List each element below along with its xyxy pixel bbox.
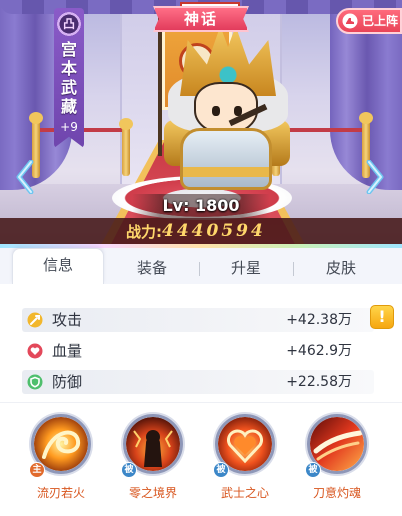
hero-armor (180, 128, 272, 190)
hero-plus-level: +9 (60, 120, 78, 134)
hero-character[interactable] (80, 0, 320, 215)
skill-type-tag: 主 (29, 462, 45, 478)
rarity-label: 神话 (183, 10, 218, 28)
tab-star-up[interactable]: 升星 (200, 252, 292, 284)
tab-equipment[interactable]: 装备 (106, 252, 198, 284)
stat-row-attack: 攻击 +42.38万 (22, 308, 374, 332)
hero-name: 宫 本 武 藏 (60, 40, 77, 116)
rarity-banner: 神话 (153, 6, 249, 32)
heart-icon (27, 343, 43, 359)
shield-icon (27, 374, 43, 390)
hero-tabs: 信息 装备 升星 皮肤 (0, 244, 402, 284)
combat-power-label: 战力: (126, 222, 162, 241)
stat-info-button[interactable]: ! (370, 305, 394, 329)
skill-type-tag: 被 (121, 462, 137, 478)
hero-level-badge: Lv: 1800 (132, 194, 270, 218)
chevron-left-icon[interactable] (16, 160, 34, 194)
stat-label-attack: 攻击 (52, 311, 83, 329)
stat-value-attack: +42.38万 (286, 312, 352, 328)
skill-type-tag: 被 (305, 462, 321, 478)
hero-name-card: 凸 宫 本 武 藏 +9 (54, 8, 84, 148)
hero-face (194, 82, 258, 134)
skill-slot-1[interactable]: 主 流刃若火 (20, 414, 100, 504)
stat-value-hp: +462.9万 (286, 343, 352, 359)
skill-name: 流刃若火 (36, 486, 85, 500)
deployed-label: 已上阵 (362, 14, 399, 28)
combat-power-value: 4440594 (162, 221, 266, 241)
deployed-button[interactable]: 已上阵 (336, 8, 402, 34)
skill-slot-4[interactable]: 被 刀意灼魂 (296, 414, 376, 504)
section-divider (0, 402, 402, 403)
tab-skins[interactable]: 皮肤 (294, 252, 388, 284)
tab-info[interactable]: 信息 (12, 248, 104, 284)
skill-name: 武士之心 (220, 486, 269, 500)
skill-type-tag: 被 (213, 462, 229, 478)
chevron-right-icon[interactable] (366, 160, 384, 194)
hero-showcase-stage: 凸 宫 本 武 藏 +9 神话 已上阵 Lv: 1800 战力: 4440594 (0, 0, 402, 244)
stat-label-hp: 血量 (52, 342, 83, 360)
stat-row-hp: 血量 +462.9万 (22, 339, 374, 363)
stat-label-defense: 防御 (52, 373, 83, 391)
skill-slot-3[interactable]: 被 武士之心 (204, 414, 284, 504)
stat-row-defense: 防御 +22.58万 (22, 370, 374, 394)
skill-slot-2[interactable]: 被 零之境界 (112, 414, 192, 504)
combat-power-bar: 战力: 4440594 (0, 218, 402, 244)
faction-icon: 凸 (57, 12, 81, 36)
shoe-icon (342, 13, 358, 29)
sword-icon (27, 312, 43, 328)
stat-value-defense: +22.58万 (286, 374, 352, 390)
hero-level: Lv: 1800 (162, 196, 240, 215)
skill-name: 刀意灼魂 (312, 486, 361, 500)
skill-name: 零之境界 (128, 486, 177, 500)
